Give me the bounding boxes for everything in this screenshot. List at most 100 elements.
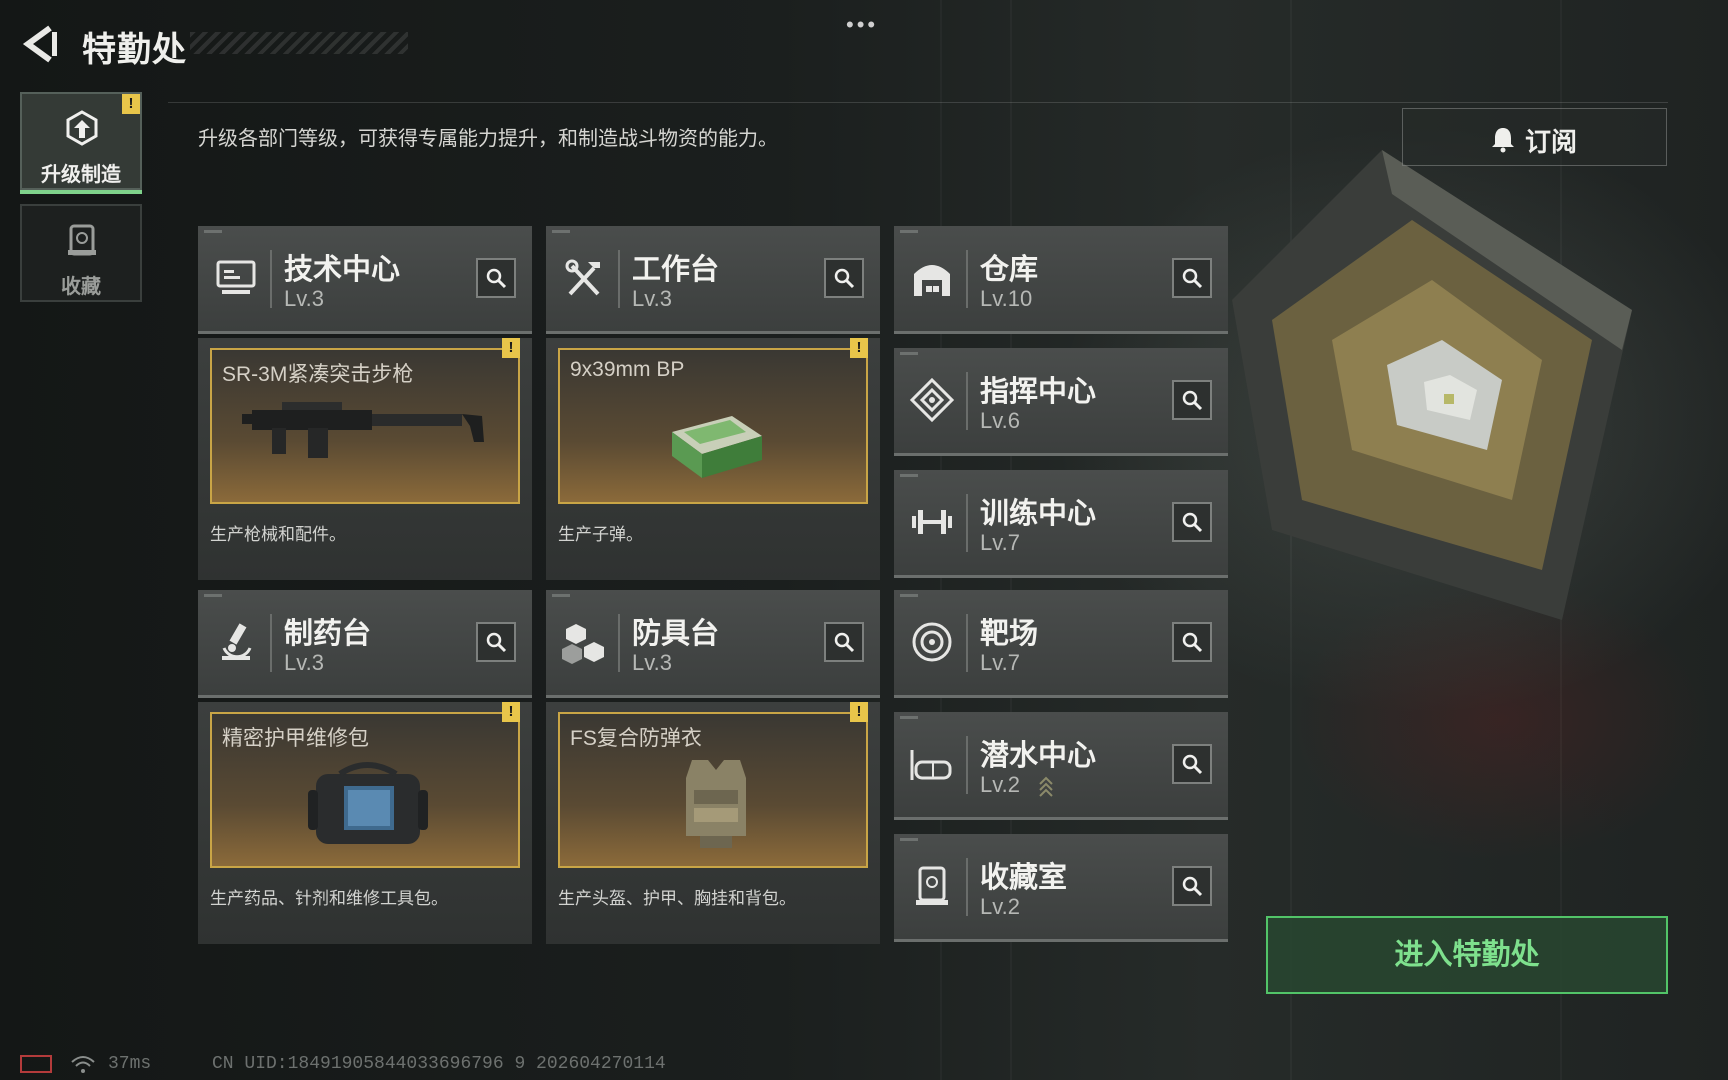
inspect-button[interactable] (1172, 380, 1212, 420)
microscope-icon (222, 623, 252, 660)
search-icon (486, 268, 507, 289)
product-name: 9x39mm BP (570, 358, 685, 381)
search-icon (1182, 390, 1203, 411)
search-icon (486, 632, 507, 653)
product-name: 精密护甲维修包 (222, 727, 369, 750)
inspect-button[interactable] (824, 622, 864, 662)
search-icon (1182, 632, 1203, 653)
inspect-button[interactable] (1172, 622, 1212, 662)
card-tag (900, 838, 918, 841)
tab-label: 升级制造 (41, 164, 121, 186)
dept-level: Lv.2 (980, 772, 1020, 797)
command-icon (909, 377, 955, 423)
dept-name: 训练中心 (980, 498, 1097, 530)
inspect-button[interactable] (476, 258, 516, 298)
product-description: 生产子弹。 (558, 525, 643, 544)
monitor-icon (216, 260, 256, 294)
search-icon (1182, 268, 1203, 289)
product-card[interactable]: 9x39mm BP ! (558, 338, 868, 504)
inspect-button[interactable] (1172, 866, 1212, 906)
network-latency: 37ms (108, 1054, 152, 1074)
dept-name: 制药台 (284, 618, 372, 650)
product-panel-workbench: 9x39mm BP ! 生产子弹。 (546, 338, 880, 580)
product-card[interactable]: SR-3M紧凑突击步枪 ! (210, 338, 520, 504)
back-button[interactable] (20, 24, 60, 64)
dept-card-armor-bench[interactable]: 防具台 Lv.3 (546, 590, 880, 698)
card-divider (966, 736, 968, 794)
product-card[interactable]: FS复合防弹衣 ! (558, 702, 868, 868)
dept-card-command-center[interactable]: 指挥中心 Lv.6 (894, 348, 1228, 456)
product-description: 生产药品、针剂和维修工具包。 (210, 889, 448, 908)
inspect-button[interactable] (1172, 744, 1212, 784)
more-menu-button[interactable]: ••• (846, 12, 878, 38)
tab-collection[interactable]: 收藏 (20, 204, 142, 302)
card-divider (270, 614, 272, 672)
dept-card-warehouse[interactable]: 仓库 Lv.10 (894, 226, 1228, 334)
dept-name: 靶场 (980, 618, 1039, 650)
inspect-button[interactable] (824, 258, 864, 298)
dept-card-workbench[interactable]: 工作台 Lv.3 (546, 226, 880, 334)
search-icon (834, 268, 855, 289)
battery-icon (20, 1055, 52, 1073)
collection-icon (916, 866, 948, 905)
dept-name: 指挥中心 (980, 376, 1097, 408)
ammo-box-image (672, 416, 762, 478)
product-name: SR-3M紧凑突击步枪 (222, 363, 414, 386)
card-tag (552, 230, 570, 233)
enter-special-ops-button[interactable]: 进入特勤处 (1266, 916, 1668, 994)
card-divider (966, 858, 968, 916)
tab-label: 收藏 (61, 276, 101, 298)
dept-level: Lv.3 (284, 286, 324, 311)
dept-level: Lv.2 (980, 894, 1020, 919)
header-divider (168, 102, 1668, 103)
dept-card-shooting-range[interactable]: 靶场 Lv.7 (894, 590, 1228, 698)
dept-level: Lv.7 (980, 530, 1020, 555)
alert-badge: ! (502, 338, 520, 358)
collection-icon (68, 224, 96, 256)
dept-card-pharmacy[interactable]: 制药台 Lv.3 (198, 590, 532, 698)
inspect-button[interactable] (1172, 502, 1212, 542)
dept-level: Lv.3 (632, 650, 672, 675)
rifle-image (242, 402, 484, 458)
user-uid: CN UID:18491905844033696796 9 2026042701… (212, 1054, 666, 1074)
dept-card-training-center[interactable]: 训练中心 Lv.7 (894, 470, 1228, 578)
enter-button-label: 进入特勤处 (1394, 939, 1540, 971)
tools-icon (565, 259, 600, 296)
card-divider (966, 494, 968, 552)
card-tag (900, 716, 918, 719)
card-tag (900, 474, 918, 477)
dept-level: Lv.3 (284, 650, 324, 675)
search-icon (1182, 754, 1203, 775)
alert-badge: ! (850, 702, 868, 722)
dept-card-diving-center[interactable]: 潜水中心 Lv.2 (894, 712, 1228, 820)
dept-name: 潜水中心 (980, 740, 1097, 772)
alert-badge: ! (850, 338, 868, 358)
diving-mask-icon (910, 750, 952, 780)
dept-name: 仓库 (980, 254, 1039, 286)
product-panel-armor-bench: FS复合防弹衣 ! 生产头盔、护甲、胸挂和背包。 (546, 702, 880, 944)
search-icon (834, 632, 855, 653)
inspect-button[interactable] (476, 622, 516, 662)
inspect-button[interactable] (1172, 258, 1212, 298)
dept-name: 防具台 (632, 618, 720, 650)
dept-card-collection-room[interactable]: 收藏室 Lv.2 (894, 834, 1228, 942)
upgrade-gear-icon (66, 110, 98, 146)
dept-level: Lv.3 (632, 286, 672, 311)
card-tag (204, 230, 222, 233)
product-card[interactable]: 精密护甲维修包 ! (210, 702, 520, 868)
product-description: 生产枪械和配件。 (210, 525, 346, 544)
subscribe-button[interactable]: 订阅 (1402, 108, 1667, 166)
card-divider (618, 614, 620, 672)
product-panel-pharmacy: 精密护甲维修包 ! 生产药品、针剂和维修工具包。 (198, 702, 532, 944)
bell-icon (1492, 128, 1514, 153)
card-tag (900, 594, 918, 597)
alert-badge: ! (502, 702, 520, 722)
tab-upgrade-craft[interactable]: 升级制造 ! (20, 92, 142, 194)
dept-card-tech-center[interactable]: 技术中心 Lv.3 (198, 226, 532, 334)
target-icon (912, 622, 952, 662)
garage-icon (914, 265, 950, 296)
alert-badge: ! (122, 94, 140, 114)
dept-level: Lv.10 (980, 286, 1033, 311)
search-icon (1182, 876, 1203, 897)
card-tag (204, 594, 222, 597)
